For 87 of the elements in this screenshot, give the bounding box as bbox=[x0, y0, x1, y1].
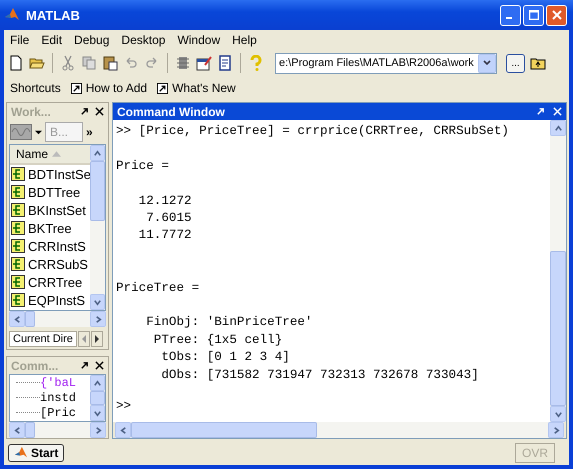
copy-icon[interactable] bbox=[81, 55, 97, 71]
vertical-scrollbar[interactable] bbox=[90, 145, 105, 310]
variable-icon bbox=[11, 167, 25, 181]
variable-icon bbox=[11, 275, 25, 289]
close-button[interactable] bbox=[546, 4, 567, 26]
variable-icon bbox=[11, 221, 25, 235]
panel-title: Comm... bbox=[11, 358, 60, 372]
tab[interactable]: Current Dire bbox=[9, 331, 77, 347]
variable-icon bbox=[11, 203, 25, 217]
maximize-icon bbox=[528, 10, 538, 20]
shortcut-link[interactable]: How to Add bbox=[70, 81, 148, 95]
variable-item[interactable]: CRRTree bbox=[10, 273, 90, 291]
variable-item[interactable]: BKInstSet bbox=[10, 201, 90, 219]
new-document-icon[interactable] bbox=[8, 55, 24, 71]
menu-item[interactable]: Window bbox=[171, 32, 226, 46]
start-button[interactable]: Start bbox=[8, 444, 64, 462]
horizontal-scrollbar[interactable] bbox=[9, 311, 106, 327]
chevron-left-icon[interactable] bbox=[118, 426, 128, 434]
panel-title: Command Window bbox=[117, 104, 226, 118]
history-entry[interactable]: instd bbox=[40, 390, 76, 404]
close-icon[interactable] bbox=[95, 107, 104, 116]
minimize-button[interactable] bbox=[500, 4, 521, 26]
variable-icon bbox=[11, 185, 25, 199]
more-button[interactable]: » bbox=[86, 125, 93, 139]
current-directory-field[interactable]: e:\Program Files\MATLAB\R2006a\work bbox=[275, 52, 497, 74]
chevron-up-icon[interactable] bbox=[93, 378, 102, 388]
command-line: >> [Price, PriceTree] = crrprice(CRRTree, CRRSubSet) bbox=[116, 123, 510, 140]
scissors-icon[interactable] bbox=[60, 55, 76, 71]
scrollbar-thumb[interactable] bbox=[25, 311, 35, 327]
variable-item[interactable]: BKTree bbox=[10, 219, 90, 237]
report-icon[interactable] bbox=[217, 55, 233, 71]
close-icon bbox=[552, 10, 562, 20]
chevron-up-icon[interactable] bbox=[554, 124, 562, 132]
menu-item[interactable]: Edit bbox=[35, 32, 68, 46]
maximize-button[interactable] bbox=[523, 4, 544, 26]
menu-item[interactable]: Desktop bbox=[115, 32, 172, 46]
chevron-down-icon[interactable] bbox=[93, 298, 102, 306]
prompt: >> bbox=[116, 398, 132, 416]
chevron-down-icon[interactable] bbox=[93, 408, 102, 418]
name-column-header[interactable]: Name bbox=[10, 145, 90, 165]
browse-button[interactable]: ... bbox=[506, 54, 525, 72]
history-entry[interactable]: [Pric bbox=[40, 406, 76, 420]
matlab-logo-icon bbox=[4, 7, 20, 23]
history-entry[interactable]: {'baL bbox=[40, 376, 76, 390]
chevron-right-icon[interactable] bbox=[94, 314, 102, 324]
variable-item[interactable]: BDTInstSe bbox=[10, 165, 90, 183]
chevron-left-icon[interactable] bbox=[12, 426, 22, 434]
variable-icon bbox=[11, 293, 25, 307]
horizontal-scrollbar[interactable] bbox=[9, 422, 106, 438]
shortcut-arrow-icon bbox=[70, 82, 82, 94]
shortcuts-label: Shortcuts bbox=[10, 81, 61, 95]
chevron-right-icon[interactable] bbox=[94, 426, 102, 434]
vertical-scrollbar[interactable] bbox=[550, 120, 566, 422]
variable-item[interactable]: CRRInstS bbox=[10, 237, 90, 255]
chevron-down-icon bbox=[482, 58, 492, 68]
window-title: MATLAB bbox=[26, 8, 80, 22]
chip-icon[interactable] bbox=[175, 55, 191, 71]
chevron-down-icon[interactable] bbox=[554, 410, 562, 418]
vertical-scrollbar[interactable] bbox=[90, 375, 105, 421]
panel-title: Work... bbox=[11, 104, 52, 118]
menu-item[interactable]: Debug bbox=[68, 32, 116, 46]
window-edit-icon[interactable] bbox=[196, 55, 212, 71]
variable-item[interactable]: BDTTree bbox=[10, 183, 90, 201]
shortcut-link[interactable]: What's New bbox=[157, 81, 236, 95]
variable-item[interactable]: EQPInstS bbox=[10, 291, 90, 309]
horizontal-scrollbar[interactable] bbox=[115, 422, 564, 438]
overwrite-indicator: OVR bbox=[514, 443, 555, 463]
chevron-left-icon[interactable] bbox=[12, 314, 22, 324]
scrollbar-thumb[interactable] bbox=[25, 422, 35, 438]
sort-arrow-icon bbox=[52, 151, 62, 157]
chevron-right-icon[interactable] bbox=[552, 426, 560, 434]
close-icon[interactable] bbox=[95, 361, 104, 370]
undock-icon[interactable] bbox=[80, 107, 89, 116]
matlab-logo-icon bbox=[14, 446, 28, 460]
variable-icon bbox=[11, 257, 25, 271]
minimize-icon bbox=[506, 17, 512, 19]
variable-icon bbox=[11, 239, 25, 253]
menu-item[interactable]: Help bbox=[226, 32, 263, 46]
undock-icon[interactable] bbox=[80, 361, 89, 370]
command-output: Price = 12.1272 7.6015 11.7772 PriceTree = FinObj: 'BinPriceTree' PTree: {1x5 cell} tObs: [0 1 2 3 4] dObs: [731582 731947 732313 732678 733043] bbox=[116, 158, 480, 384]
chevron-up-icon[interactable] bbox=[93, 148, 102, 158]
tab-scroll-right-icon[interactable] bbox=[90, 331, 103, 347]
clipboard-icon[interactable] bbox=[102, 55, 118, 71]
caret-icon[interactable] bbox=[35, 128, 42, 136]
menu-item[interactable]: File bbox=[4, 32, 36, 46]
shortcut-arrow-icon bbox=[157, 82, 168, 94]
variable-item[interactable]: CRRSubS bbox=[10, 255, 90, 273]
